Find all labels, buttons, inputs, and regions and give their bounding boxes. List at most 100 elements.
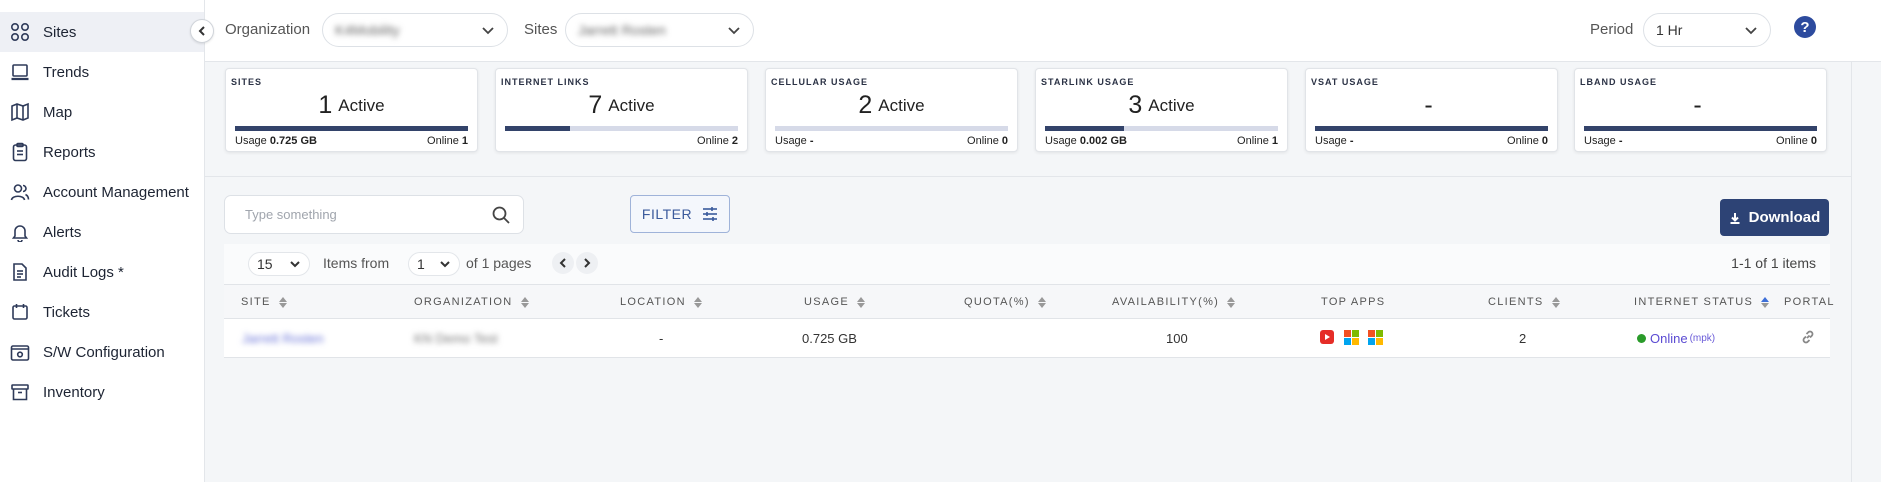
card-online: Online 1 xyxy=(427,135,468,147)
card-title: SITES xyxy=(231,77,263,87)
ticket-icon xyxy=(9,301,31,323)
clients-cell: 2 xyxy=(1519,331,1527,346)
card-count: - xyxy=(1424,91,1433,119)
filter-label: FILTER xyxy=(641,206,693,222)
card-usage: Usage - xyxy=(775,135,814,147)
card-footer: Online 2 xyxy=(505,135,738,147)
period-value: 1 Hr xyxy=(1656,22,1683,38)
page-select[interactable]: 1 xyxy=(408,252,460,276)
pagination-bar: 15 Items from 1 of 1 pages 1-1 of 1 item… xyxy=(224,244,1830,284)
sidebar-item-account-management[interactable]: Account Management xyxy=(0,172,204,212)
clipboard-icon xyxy=(9,141,31,163)
sidebar-item-audit-logs[interactable]: Audit Logs * xyxy=(0,252,204,292)
chevron-left-icon xyxy=(559,258,566,268)
sidebar-item-label: Sites xyxy=(43,23,77,41)
sort-icon[interactable] xyxy=(1551,296,1560,308)
divider xyxy=(1851,62,1852,482)
location-cell: - xyxy=(659,331,664,346)
column-header-internet-status[interactable]: INTERNET STATUS xyxy=(1634,296,1770,308)
card-count: 3 xyxy=(1128,91,1143,119)
map-icon xyxy=(9,101,31,123)
download-icon xyxy=(1730,212,1740,224)
sort-icon[interactable] xyxy=(693,296,702,308)
organization-select[interactable]: K4Mobility xyxy=(322,13,508,47)
sidebar-item-sw-configuration[interactable]: S/W Configuration xyxy=(0,332,204,372)
card-title: STARLINK USAGE xyxy=(1041,77,1135,87)
sidebar-item-tickets[interactable]: Tickets xyxy=(0,292,204,332)
sidebar-item-alerts[interactable]: Alerts xyxy=(0,212,204,252)
column-header-top-apps: TOP APPS xyxy=(1321,296,1386,308)
card-main: 1 Active xyxy=(226,91,477,120)
card-count: 7 xyxy=(588,91,603,119)
sidebar-item-label: S/W Configuration xyxy=(43,343,165,361)
summary-card: INTERNET LINKS 7 Active Online 2 xyxy=(495,68,748,152)
sort-icon[interactable] xyxy=(1227,296,1236,308)
items-from-label: Items from xyxy=(323,255,390,271)
period-select[interactable]: 1 Hr xyxy=(1643,13,1771,47)
card-count: 2 xyxy=(858,91,873,119)
bell-icon xyxy=(9,221,31,243)
sidebar-item-reports[interactable]: Reports xyxy=(0,132,204,172)
sidebar-item-sites[interactable]: Sites xyxy=(0,12,204,52)
grid-icon xyxy=(9,21,31,43)
sidebar-item-trends[interactable]: Trends xyxy=(0,52,204,92)
sliders-icon xyxy=(703,207,718,221)
sort-icon[interactable] xyxy=(1761,296,1770,308)
of-pages-label: of 1 pages xyxy=(466,255,532,271)
column-header-portal: PORTAL xyxy=(1784,296,1835,308)
divider xyxy=(205,176,1851,177)
sidebar-item-label: Audit Logs * xyxy=(43,263,124,281)
card-progress-fill xyxy=(235,126,468,131)
sites-select[interactable]: Jarrett Rosten xyxy=(565,13,754,47)
page-size-value: 15 xyxy=(257,256,273,272)
period-label: Period xyxy=(1590,21,1634,38)
card-main: - xyxy=(1306,91,1557,120)
column-header-clients[interactable]: CLIENTS xyxy=(1488,296,1560,308)
download-button[interactable]: Download xyxy=(1720,199,1829,236)
status-sub: (mpk) xyxy=(1689,333,1716,344)
sort-icon[interactable] xyxy=(520,296,529,308)
search-box[interactable] xyxy=(224,195,524,234)
internet-status[interactable]: Online (mpk) xyxy=(1637,331,1715,346)
sidebar: Sites Trends Map Reports Account Managem… xyxy=(0,0,205,482)
table-row[interactable]: Jarrett Rosten KN Demo Test - 0.725 GB 1… xyxy=(224,319,1830,358)
sort-icon[interactable] xyxy=(1037,296,1046,308)
column-header-site[interactable]: SITE xyxy=(241,296,287,308)
column-header-quota[interactable]: QUOTA(%) xyxy=(964,296,1046,308)
microsoft-icon xyxy=(1344,330,1359,345)
column-header-organization[interactable]: ORGANIZATION xyxy=(414,296,529,308)
next-page-button[interactable] xyxy=(576,252,598,274)
column-header-usage[interactable]: USAGE xyxy=(804,296,866,308)
page-size-select[interactable]: 15 xyxy=(248,252,310,276)
search-icon[interactable] xyxy=(491,205,511,225)
chevron-down-icon xyxy=(482,27,494,35)
sort-icon[interactable] xyxy=(278,296,287,308)
organization-label: Organization xyxy=(225,21,311,38)
card-progress-bar xyxy=(775,126,1008,131)
youtube-icon xyxy=(1320,330,1334,344)
search-input[interactable] xyxy=(245,207,475,222)
site-link[interactable]: Jarrett Rosten xyxy=(242,331,324,346)
sidebar-item-label: Inventory xyxy=(43,383,105,401)
link-icon[interactable] xyxy=(1800,329,1816,345)
help-icon[interactable]: ? xyxy=(1794,16,1816,38)
chevron-right-icon xyxy=(584,258,591,268)
card-usage: Usage 0.725 GB xyxy=(235,135,317,147)
summary-card: LBAND USAGE - Usage - Online 0 xyxy=(1574,68,1827,152)
sort-icon[interactable] xyxy=(857,296,866,308)
card-progress-bar xyxy=(505,126,738,131)
column-header-availability[interactable]: AVAILABILITY(%) xyxy=(1112,296,1236,308)
sidebar-item-label: Tickets xyxy=(43,303,90,321)
card-online: Online 1 xyxy=(1237,135,1278,147)
card-online: Online 0 xyxy=(1776,135,1817,147)
card-progress-bar xyxy=(235,126,468,131)
sidebar-item-map[interactable]: Map xyxy=(0,92,204,132)
filter-button[interactable]: FILTER xyxy=(630,195,730,233)
microsoft-icon xyxy=(1368,330,1383,345)
collapse-sidebar-button[interactable] xyxy=(190,19,214,43)
card-state: Active xyxy=(338,96,385,115)
column-header-location[interactable]: LOCATION xyxy=(620,296,702,308)
prev-page-button[interactable] xyxy=(552,252,574,274)
sites-label: Sites xyxy=(524,21,558,38)
sidebar-item-inventory[interactable]: Inventory xyxy=(0,372,204,412)
